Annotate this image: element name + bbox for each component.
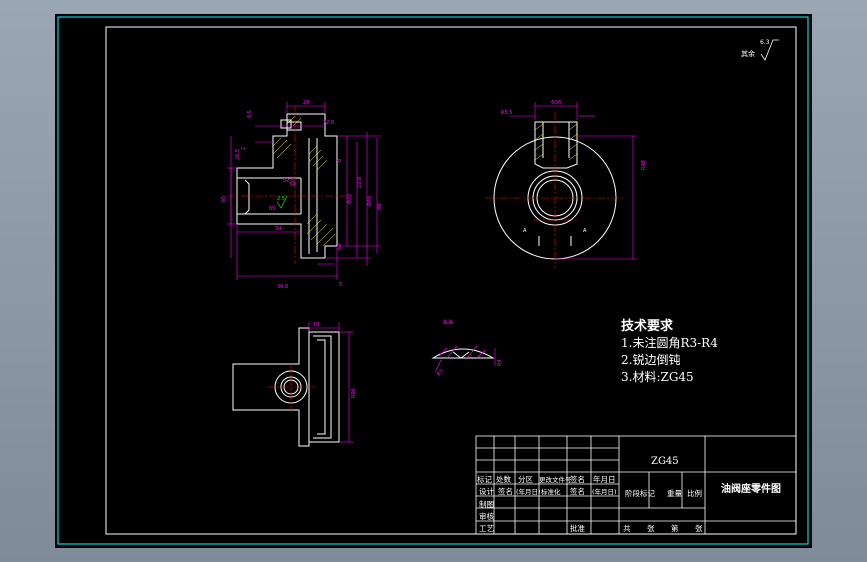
svg-text:22.8: 22.8 (357, 177, 363, 188)
svg-text:2.5: 2.5 (277, 196, 285, 202)
front-dim-values: 28 72.8 34 34 52.5 65 36.8 5 (269, 100, 342, 290)
scale: 比例 (687, 489, 702, 498)
section-label: A-A (443, 319, 454, 326)
row-standard: 标准化 (541, 488, 561, 496)
svg-text:18: 18 (313, 322, 319, 328)
svg-text:R48: R48 (641, 160, 647, 170)
header-change-doc: 更改文件号 (539, 476, 572, 484)
weight: 重量 (667, 489, 682, 498)
header-count: 处数 (496, 475, 511, 484)
svg-text:60: 60 (337, 244, 343, 250)
svg-text:Φ32: Φ32 (347, 194, 353, 204)
front-section-view (236, 113, 338, 259)
header-sign: 签名 (570, 475, 585, 484)
roughness-symbol: 6.3 (760, 39, 779, 61)
svg-text:A: A (583, 228, 587, 234)
svg-text:36.8: 36.8 (277, 284, 288, 290)
header-date: 年月日 (593, 475, 616, 484)
header-mark: 标记 (477, 475, 492, 484)
top-dimensions (509, 102, 637, 260)
inner-frame (105, 26, 797, 535)
outer-frame (57, 16, 809, 545)
tech-item-1: 1.未注圆角R3-R4 (621, 336, 718, 350)
sheet-total-unit: 张 (647, 524, 655, 533)
svg-text:6.5: 6.5 (247, 110, 253, 118)
svg-text:65: 65 (221, 196, 227, 202)
side-center-lines (267, 364, 315, 410)
svg-text:Φ36: Φ36 (551, 100, 561, 106)
drawing-canvas: 6.3 其余 28 72.8 34 34 52.5 65 36.8 5 65 6… (55, 14, 812, 548)
cad-drawing: 6.3 其余 28 72.8 34 34 52.5 65 36.8 5 65 6… (57, 16, 809, 545)
section-dim-values: R4 R3 (436, 359, 503, 377)
tech-requirements: 技术要求 1.未注圆角R3-R4 2.锐边倒钝 3.材料:ZG45 (621, 318, 718, 386)
sheet-no: 第 (671, 524, 679, 533)
top-center-lines (485, 112, 625, 268)
top-dim-values: Φ36 R5.5 R48 (501, 100, 647, 170)
top-view-hatch (534, 123, 578, 161)
stage-mark: 阶段标记 (625, 489, 655, 498)
svg-text:A: A (523, 228, 527, 234)
svg-text:52.5: 52.5 (283, 178, 294, 184)
role-process: 工艺 (479, 524, 494, 533)
svg-text:88: 88 (377, 204, 383, 210)
front-dimensions (227, 102, 381, 280)
svg-text:Φ46: Φ46 (367, 196, 373, 206)
section-a-a (431, 348, 495, 359)
svg-text:34: 34 (275, 226, 281, 232)
svg-text:2: 2 (241, 147, 247, 150)
svg-text:28: 28 (303, 100, 309, 106)
approve-label: 批准 (570, 524, 585, 533)
role-review: 审核 (479, 512, 494, 521)
header-zone: 分区 (518, 475, 533, 484)
tech-item-3: 3.材料:ZG45 (621, 370, 694, 384)
svg-text:8: 8 (337, 159, 343, 162)
svg-text:5: 5 (339, 282, 342, 288)
svg-text:R3: R3 (436, 368, 445, 377)
row-design-sign: 签名 (498, 487, 513, 496)
material-label: ZG45 (651, 456, 679, 467)
svg-text:R96: R96 (351, 388, 357, 398)
tech-item-2: 2.锐边倒钝 (621, 353, 681, 367)
sheet-total: 共 (623, 524, 631, 533)
row-design: 设计 (479, 487, 494, 496)
role-drafter: 制图 (479, 500, 494, 509)
part-name: 油阀座零件图 (721, 484, 781, 495)
section-dimensions (434, 348, 496, 373)
front-surface-symbol: 2.5 (276, 195, 288, 209)
svg-text:R5.5: R5.5 (501, 110, 512, 116)
roughness-note: 其余 (741, 49, 755, 58)
sheet-no-unit: 张 (695, 524, 703, 533)
row-standard-sign: 签名 (570, 487, 585, 496)
svg-text:72.8: 72.8 (323, 120, 334, 126)
row-standard-date: (年月日) (592, 488, 617, 496)
svg-text:R4: R4 (497, 359, 503, 366)
tech-title: 技术要求 (621, 319, 674, 334)
side-dim-values: 18 R96 (313, 322, 357, 398)
svg-text:65: 65 (269, 206, 275, 212)
svg-text:6.3: 6.3 (760, 39, 770, 46)
row-design-date: (年月日) (516, 488, 541, 496)
